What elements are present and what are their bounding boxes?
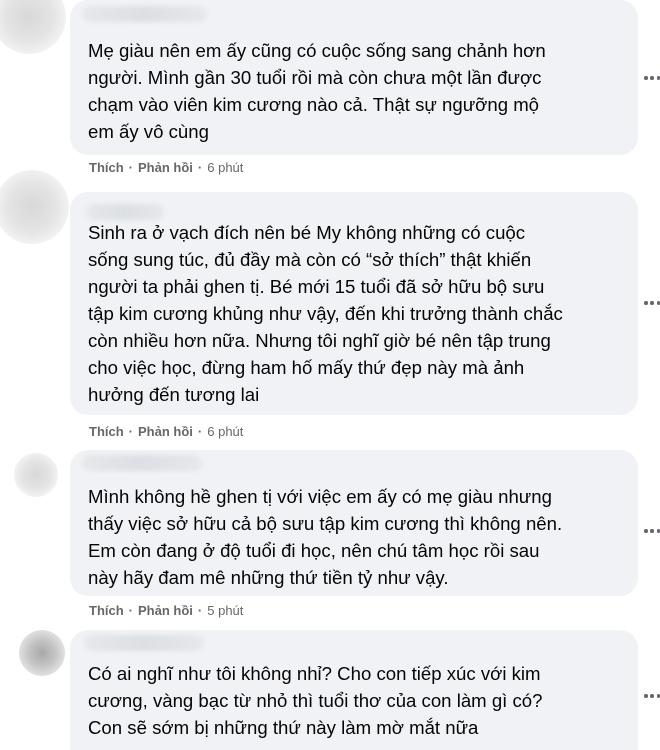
comment-timestamp[interactable]: 6 phút [207,160,243,175]
comment-actions: Thích · Phản hồi · 6 phút [89,160,243,175]
commenter-name[interactable] [82,6,207,22]
separator: · [128,160,134,175]
reply-link[interactable]: Phản hồi [138,424,193,439]
comment-text: Sinh ra ở vạch đích nên bé My không nhữn… [88,222,563,405]
like-link[interactable]: Thích [89,424,124,439]
like-link[interactable]: Thích [89,603,124,618]
comment-1: Mẹ giàu nên em ấy cũng có cuộc sống sang… [0,0,660,190]
avatar[interactable] [0,0,66,54]
comment-bubble: Sinh ra ở vạch đích nên bé My không nhữn… [70,192,638,415]
separator: · [197,160,203,175]
more-options-icon[interactable] [644,300,660,306]
separator: · [197,424,203,439]
comment-thread: Mẹ giàu nên em ấy cũng có cuộc sống sang… [0,0,660,750]
comment-text: Mình không hề ghen tị với việc em ấy có … [88,486,563,588]
avatar[interactable] [19,630,65,676]
separator: · [197,603,203,618]
reply-link[interactable]: Phản hồi [138,603,193,618]
commenter-name[interactable] [82,455,202,471]
avatar[interactable] [14,453,58,497]
comment-bubble: Mình không hề ghen tị với việc em ấy có … [70,450,638,596]
comment-text: Có ai nghĩ như tôi không nhỉ? Cho con ti… [88,663,543,738]
commenter-name[interactable] [84,635,204,651]
comment-3: Mình không hề ghen tị với việc em ấy có … [0,450,660,630]
separator: · [128,424,134,439]
comment-actions: Thích · Phản hồi · 5 phút [89,603,243,618]
avatar[interactable] [0,170,69,244]
comment-text: Mẹ giàu nên em ấy cũng có cuộc sống sang… [88,40,546,142]
commenter-name[interactable] [86,204,164,220]
comment-timestamp[interactable]: 5 phút [207,603,243,618]
comment-actions: Thích · Phản hồi · 6 phút [89,424,243,439]
comment-4: Có ai nghĩ như tôi không nhỉ? Cho con ti… [0,625,660,750]
more-options-icon[interactable] [644,528,660,534]
more-options-icon[interactable] [644,75,660,81]
comment-bubble: Có ai nghĩ như tôi không nhỉ? Cho con ti… [70,630,638,750]
like-link[interactable]: Thích [89,160,124,175]
separator: · [128,603,134,618]
comment-2: Sinh ra ở vạch đích nên bé My không nhữn… [0,170,660,450]
reply-link[interactable]: Phản hồi [138,160,193,175]
comment-timestamp[interactable]: 6 phút [207,424,243,439]
comment-bubble: Mẹ giàu nên em ấy cũng có cuộc sống sang… [70,0,638,155]
more-options-icon[interactable] [644,693,660,699]
